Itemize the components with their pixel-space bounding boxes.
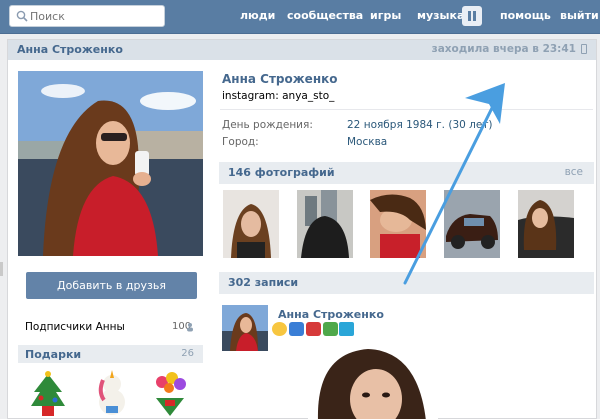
photos-all-link[interactable]: все bbox=[565, 166, 583, 178]
gift-christmas-tree[interactable] bbox=[28, 370, 68, 418]
photo-thumbnail[interactable] bbox=[297, 190, 353, 258]
photos-title: 146 фотографий bbox=[228, 166, 335, 179]
mobile-icon bbox=[581, 44, 587, 54]
gift-unicorn[interactable] bbox=[92, 370, 132, 418]
profile-avatar[interactable] bbox=[18, 71, 203, 256]
search-input[interactable] bbox=[30, 8, 160, 24]
nav-music[interactable]: музыка bbox=[417, 9, 464, 22]
photo-thumbnail[interactable] bbox=[370, 190, 426, 258]
car-emoji-icon bbox=[289, 322, 304, 336]
top-navigation-bar: люди сообщества игры музыка помощь выйти bbox=[0, 0, 600, 34]
subscribers-link[interactable]: Подписчики Анны bbox=[25, 321, 125, 333]
header-name[interactable]: Анна Строженко bbox=[17, 43, 123, 56]
profile-panel: Анна Строженко заходила вчера в 23:41 До… bbox=[7, 39, 597, 419]
search-icon bbox=[16, 10, 28, 22]
nav-games[interactable]: игры bbox=[370, 9, 401, 22]
city-label: Город: bbox=[222, 136, 259, 148]
cactus-emoji-icon bbox=[323, 322, 338, 336]
nav-communities[interactable]: сообщества bbox=[287, 9, 363, 22]
left-edge-marker bbox=[0, 262, 3, 276]
photo-thumbnail[interactable] bbox=[223, 190, 279, 258]
phone-emoji-icon bbox=[306, 322, 321, 336]
pause-icon bbox=[468, 11, 471, 21]
post-author-name[interactable]: Анна Строженко bbox=[278, 308, 384, 321]
nav-help[interactable]: помощь bbox=[500, 9, 551, 22]
divider bbox=[220, 109, 593, 110]
nav-people[interactable]: люди bbox=[240, 9, 275, 22]
birthday-label: День рождения: bbox=[222, 119, 313, 131]
nav-logout[interactable]: выйти bbox=[560, 9, 599, 22]
city-value[interactable]: Москва bbox=[347, 136, 387, 148]
add-friend-button[interactable]: Добавить в друзья bbox=[26, 272, 197, 299]
photos-header[interactable]: 146 фотографий все bbox=[219, 162, 594, 184]
people-icon bbox=[187, 323, 193, 332]
pause-icon-bar bbox=[473, 11, 476, 21]
photo-thumbnail[interactable] bbox=[444, 190, 500, 258]
search-box[interactable] bbox=[9, 5, 165, 27]
computer-emoji-icon bbox=[339, 322, 354, 336]
gifts-title: Подарки bbox=[25, 348, 82, 361]
post-photo[interactable] bbox=[308, 343, 438, 419]
profile-name: Анна Строженко bbox=[222, 72, 338, 86]
gifts-header[interactable]: Подарки 26 bbox=[18, 345, 203, 363]
gift-flowers[interactable] bbox=[150, 370, 190, 418]
avatar-photo bbox=[18, 71, 203, 256]
smile-emoji-icon bbox=[272, 322, 287, 336]
profile-status[interactable]: instagram: anya_sto_ bbox=[222, 90, 334, 102]
photo-thumbnail[interactable] bbox=[518, 190, 574, 258]
wall-header[interactable]: 302 записи bbox=[219, 272, 594, 294]
post-author-avatar[interactable] bbox=[222, 305, 268, 351]
birthday-value[interactable]: 22 ноября 1984 г. (30 лет) bbox=[347, 119, 493, 131]
profile-header: Анна Строженко заходила вчера в 23:41 bbox=[8, 40, 596, 60]
online-status: заходила вчера в 23:41 bbox=[431, 43, 576, 55]
wall-title: 302 записи bbox=[228, 276, 299, 289]
music-pause-button[interactable] bbox=[462, 6, 482, 26]
gifts-count: 26 bbox=[181, 348, 194, 359]
